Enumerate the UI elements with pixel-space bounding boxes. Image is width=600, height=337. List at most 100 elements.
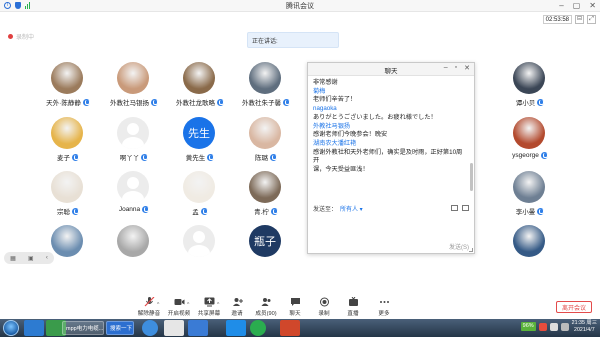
layout-toggle-icon[interactable]: ⊟ [575,15,584,24]
record-dot-icon [8,34,13,39]
file-icon[interactable] [462,205,469,211]
volume-icon[interactable] [549,322,558,331]
participant-name: 李小曼 [515,209,536,216]
participant-tile[interactable] [495,225,565,279]
participant-tile[interactable] [99,225,169,279]
avatar [117,117,149,149]
sogou-ime-icon[interactable] [538,322,547,331]
participant-tile[interactable] [165,225,235,279]
participant-tile[interactable]: 宗聪 [33,171,103,225]
page-prev-icon[interactable]: ‹ [46,255,48,261]
screenshot-icon[interactable] [451,205,458,211]
avatar [513,171,545,203]
participant-name-row: 啊丫丫 [99,152,169,162]
chat-header: 聊天 – ▫ ✕ [308,63,474,76]
participant-tile[interactable]: 青.柠 [231,171,301,225]
participant-tile[interactable]: 外教社龙歌略 [165,62,235,116]
mic-muted-icon [283,98,290,106]
send-to-dropdown[interactable]: 所有人 ▾ [340,204,363,213]
toolbar-item[interactable]: 录制 [311,297,337,317]
mic-muted-icon [207,153,215,161]
avatar [51,62,83,94]
participant-name-row: 孟 [165,206,235,216]
mic-muted-icon [200,207,208,215]
dropdown-caret-icon[interactable]: ^ [217,302,219,308]
participant-tile[interactable]: ysgeorge [495,117,565,171]
dropdown-caret-icon[interactable]: ^ [157,302,159,308]
participant-name-row: 宗聪 [33,206,103,216]
close-icon[interactable]: ✕ [589,1,596,10]
chat-input[interactable] [313,214,469,240]
recording-label: 录制中 [16,35,35,41]
explorer-app-icon[interactable] [164,320,184,336]
resize-grip-icon[interactable] [469,248,473,252]
maximize-icon[interactable]: ▢ [573,1,581,10]
mic-muted-icon [142,206,150,213]
qq-app-icon[interactable] [24,320,44,336]
participant-name: 麦子 [57,155,70,162]
share-screen-icon [204,297,215,307]
chat-restore-icon[interactable]: ▫ [455,64,457,72]
wechat-app-icon[interactable] [250,320,266,336]
toolbar-item[interactable]: 聊天 [282,297,308,317]
toolbar-item-label: 共享屏幕 [197,311,221,317]
start-button-icon[interactable] [3,320,19,336]
participant-tile[interactable]: 李小曼 [495,171,565,225]
participant-name-row: 李小曼 [495,206,565,216]
toolbar-item[interactable]: 成员(90) [253,297,279,317]
participant-name-row: 陈璐 [231,152,301,162]
participant-tile[interactable]: 外教社马银扬 [99,62,169,116]
mic-muted-icon [151,98,158,106]
participant-tile[interactable]: 天外·陈静静 [33,62,103,116]
chat-tools [451,205,469,211]
minimize-icon[interactable]: – [559,1,563,10]
participant-tile[interactable]: 外教社朱子馨 [231,62,301,116]
dropdown-caret-icon[interactable]: ^ [187,302,189,308]
mic-muted-icon [540,152,548,159]
avatar [117,225,149,257]
toolbar-item[interactable]: 更多 [371,297,397,317]
taskbar-window-1[interactable]: mpp电力电缆... [62,321,104,335]
files-app-icon[interactable] [188,320,208,336]
participant-name-row: 天外·陈静静 [33,97,103,107]
chat-minimize-icon[interactable]: – [444,64,448,72]
participant-tile[interactable]: Joanna [99,171,169,225]
chat-message-list[interactable]: 非常感谢 菊梅 老师们辛苦了！ nagaoka ありがとうございました。お疲れ様でした！… [308,77,470,197]
taskbar-clock[interactable]: 21:35 周三 2021/4/7 [572,320,597,333]
chat-message: 感谢老师们今晚参会！晚安 [313,131,388,139]
chat-icon [290,297,301,307]
speaker-view-icon[interactable]: ▣ [28,255,34,262]
battery-indicator[interactable]: 96% [520,322,536,331]
send-button[interactable]: 发送(S) [439,242,469,251]
tencent-meeting-app-icon[interactable] [226,320,246,336]
send-to-label: 发送至： [313,206,338,213]
grid-view-icon[interactable]: ▦ [10,255,16,262]
toolbar-item[interactable]: 直播 [340,296,366,317]
chat-close-icon[interactable]: ✕ [464,64,470,72]
leave-meeting-button[interactable]: 离开会议 [556,301,592,313]
avatar [249,171,281,203]
participant-tile[interactable]: 麦子 [33,117,103,171]
participant-tile[interactable]: 陈璐 [231,117,301,171]
participant-tile[interactable]: 啊丫丫 [99,117,169,171]
avatar [183,171,215,203]
participant-tile[interactable]: 先生 黄先生 [165,117,235,171]
sogou-app-icon[interactable] [142,320,158,336]
toolbar-item-label: 录制 [318,311,330,317]
participant-name: 孟 [192,209,199,216]
participant-tile[interactable]: 孟 [165,171,235,225]
fullscreen-icon[interactable]: ⤢ [587,15,596,24]
chat-scrollbar[interactable] [470,163,473,191]
toolbar-item[interactable]: 邀请 [224,297,250,317]
participant-tile[interactable]: 瓶子 [231,225,301,279]
taskbar-window-2[interactable]: 搜索一下 [106,321,134,335]
participant-tile[interactable]: 谭小贝 [495,62,565,116]
chat-message: 感谢外教社和天外老师们，确实是及时雨，正好第10周开 [313,148,463,165]
meeting-toolbar: 离开会议 解除静音 ^ 开启视频 ^ 共享屏幕 ^ 邀请 成员(90) 聊天 录制 直播 更多 [0,296,600,319]
powerpoint-app-icon[interactable] [280,320,300,336]
record-icon [319,297,330,307]
clock-date: 2021/4/7 [574,326,595,333]
mic-muted-icon [72,207,79,215]
avatar [513,62,545,94]
network-icon[interactable] [560,322,569,331]
